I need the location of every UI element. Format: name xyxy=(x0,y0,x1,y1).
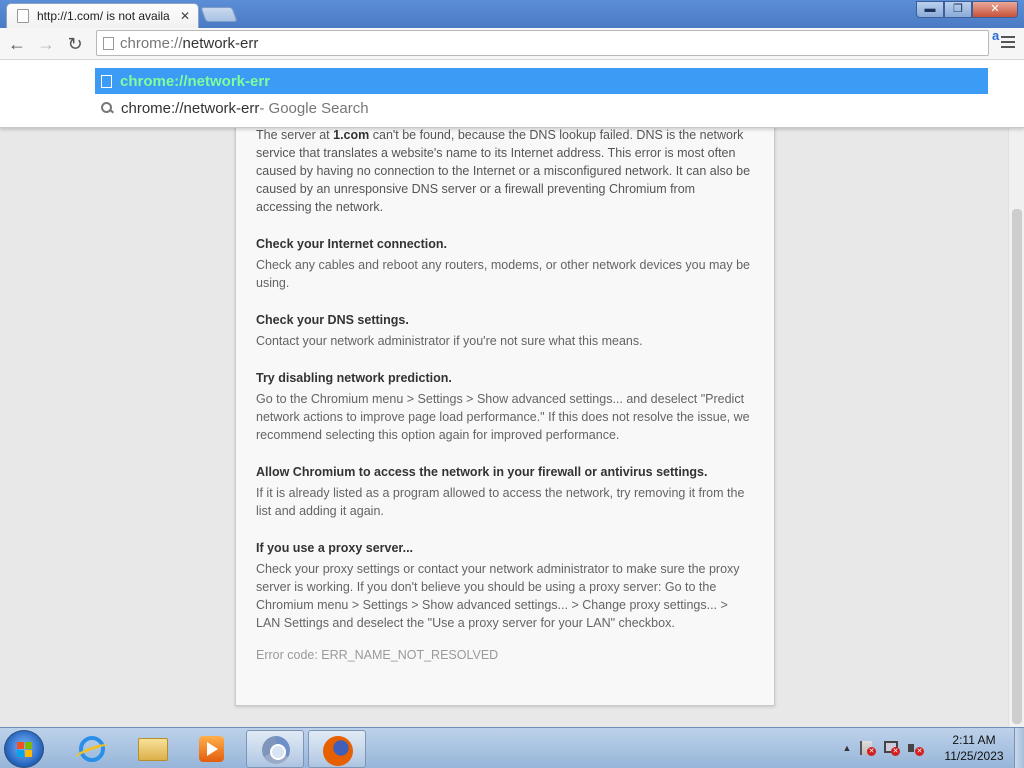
taskbar-media-player[interactable] xyxy=(182,730,240,768)
section-heading: Allow Chromium to access the network in … xyxy=(256,465,708,479)
clock[interactable]: 2:11 AM 11/25/2023 xyxy=(936,732,1012,764)
firefox-icon xyxy=(323,736,353,766)
start-button[interactable] xyxy=(4,730,44,768)
internet-explorer-icon xyxy=(79,736,105,762)
close-window-button[interactable]: ✕ xyxy=(972,1,1018,18)
page-icon xyxy=(17,9,29,23)
media-player-icon xyxy=(199,736,224,762)
section-heading: Check your DNS settings. xyxy=(256,313,409,327)
chromium-icon xyxy=(262,736,290,764)
suggestion-description: - Google Search xyxy=(259,99,369,117)
windows-logo-icon xyxy=(17,742,33,758)
taskbar-internet-explorer[interactable] xyxy=(62,730,120,768)
suggestion-url[interactable]: chrome://network-err xyxy=(95,68,988,94)
address-text: chrome://network-err xyxy=(120,35,258,52)
taskbar-chromium[interactable] xyxy=(246,730,304,768)
browser-tab[interactable]: http://1.com/ is not availa ✕ xyxy=(6,3,199,28)
url-scheme: chrome:// xyxy=(120,34,183,52)
url-path: network-err xyxy=(182,34,259,52)
section-body: Contact your network administrator if yo… xyxy=(256,334,643,348)
section-body: If it is already listed as a program all… xyxy=(256,486,745,518)
reload-button[interactable]: ↻ xyxy=(63,32,87,56)
page-icon xyxy=(103,36,114,50)
action-center-icon[interactable]: ✕ xyxy=(856,739,878,757)
suggestion-text: chrome://network-err xyxy=(120,72,271,90)
suggestion-search[interactable]: chrome://network-err - Google Search xyxy=(95,95,988,121)
browser-toolbar: ← → ↻ chrome://network-err a xyxy=(0,28,1024,60)
page-icon xyxy=(101,74,112,88)
tab-close-icon[interactable]: ✕ xyxy=(178,9,192,23)
back-button[interactable]: ← xyxy=(5,32,29,56)
tab-strip: http://1.com/ is not availa ✕ ▬ ❐ ✕ xyxy=(0,0,1024,28)
forward-button[interactable]: → xyxy=(34,32,58,56)
new-tab-button[interactable] xyxy=(200,7,238,22)
section-body: Check any cables and reboot any routers,… xyxy=(256,258,751,290)
scrollbar-thumb[interactable] xyxy=(1012,209,1022,724)
vertical-scrollbar[interactable] xyxy=(1008,61,1024,727)
taskbar-firefox[interactable] xyxy=(308,730,366,768)
section-body: Go to the Chromium menu > Settings > Sho… xyxy=(256,392,750,442)
system-tray: ▲ ✕ ✕ ✕ xyxy=(838,728,928,768)
error-description: The server at 1.com can't be found, beca… xyxy=(256,128,751,214)
show-desktop-button[interactable] xyxy=(1014,728,1024,768)
folder-icon xyxy=(138,738,168,761)
menu-icon[interactable] xyxy=(1001,36,1015,50)
section-body: Check your proxy settings or contact you… xyxy=(256,562,740,630)
search-icon xyxy=(101,102,113,114)
clock-date: 11/25/2023 xyxy=(944,749,1004,763)
clock-time: 2:11 AM xyxy=(952,733,996,747)
volume-icon[interactable]: ✕ xyxy=(904,739,926,757)
page-content: The server at 1.com can't be found, beca… xyxy=(0,61,1024,727)
maximize-button[interactable]: ❐ xyxy=(944,1,972,18)
host-name: 1.com xyxy=(333,128,370,142)
section-heading: Try disabling network prediction. xyxy=(256,371,452,385)
omnibox-dropdown: chrome://network-err chrome://network-er… xyxy=(0,60,1024,128)
network-icon[interactable]: ✕ xyxy=(880,739,902,757)
taskbar-explorer[interactable] xyxy=(122,730,180,768)
section-heading: Check your Internet connection. xyxy=(256,237,448,251)
tab-title: http://1.com/ is not availa xyxy=(37,9,170,23)
show-hidden-icons-button[interactable]: ▲ xyxy=(838,743,856,753)
address-bar[interactable]: chrome://network-err xyxy=(96,30,989,56)
suggestion-query: chrome://network-err xyxy=(121,99,260,117)
minimize-button[interactable]: ▬ xyxy=(916,1,944,18)
error-card: The server at 1.com can't be found, beca… xyxy=(235,61,775,706)
taskbar: ▲ ✕ ✕ ✕ 2:11 AM 11/25/2023 xyxy=(0,727,1024,768)
window-controls: ▬ ❐ ✕ xyxy=(916,1,1018,19)
section-heading: If you use a proxy server... xyxy=(256,541,414,555)
error-code: Error code: ERR_NAME_NOT_RESOLVED xyxy=(256,648,499,662)
